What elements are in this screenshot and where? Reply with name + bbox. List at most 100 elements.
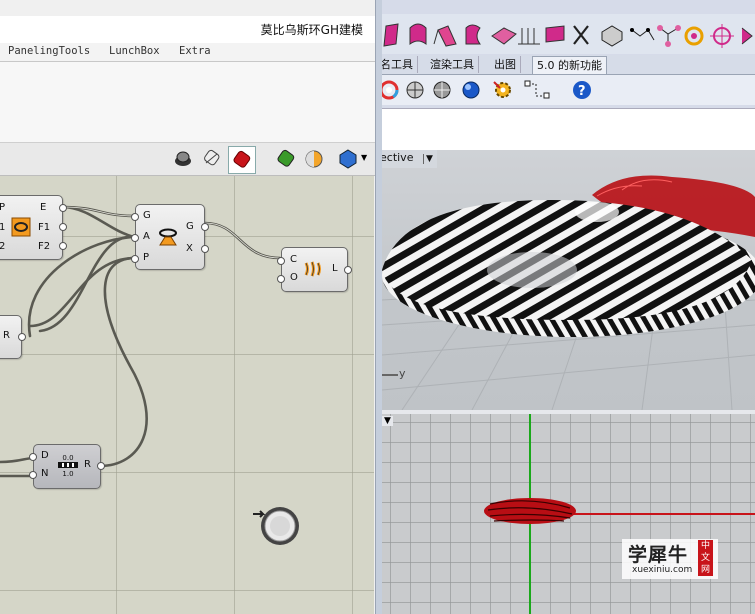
divide-component[interactable]: D N 0.0 1.0 R [29,444,105,489]
rendered-viewport-icon[interactable] [462,81,480,99]
input-d: D [41,450,49,461]
top-viewport[interactable]: ▼ [382,414,755,614]
output-e: E [40,202,47,213]
input-n: N [41,468,49,479]
output-f2: F2 [38,241,51,252]
wireframe-viewport-icon[interactable] [406,81,424,99]
svg-text:?: ? [578,84,586,99]
input-grip[interactable] [277,257,285,265]
tab-lunchbox[interactable]: LunchBox [109,45,160,57]
analyze-icon[interactable] [741,27,753,45]
trim-icon[interactable] [573,25,589,45]
chevron-down-icon[interactable]: ▼ [422,154,433,164]
tab-tools[interactable]: 名工具 [382,56,418,73]
input-a: A [143,231,150,242]
watermark-url: xuexiniu.com [632,565,693,575]
preview-wireframe-icon[interactable] [201,148,223,170]
output-grip[interactable] [344,266,352,274]
surface-component[interactable]: G A P G X [131,204,209,270]
input-2: 2 [0,241,6,252]
tab-new-in-v5[interactable]: 5.0 的新功能 [532,56,607,74]
tab-extra[interactable]: Extra [179,45,211,57]
solid-box-icon[interactable] [601,25,623,47]
output-grip[interactable] [201,245,209,253]
output-r: R [84,459,91,470]
output-grip[interactable] [59,204,67,212]
output-g: G [186,221,194,232]
gumball-icon[interactable] [710,24,734,48]
title-bar: 莫比乌斯环GH建模 [0,16,375,43]
output-grip[interactable] [201,223,209,231]
red-mobius-top-view [484,498,576,524]
input-p: P [143,252,150,263]
input-p: P [0,202,6,213]
canvas-toolbar: ▼ [0,143,375,176]
component-tabs: PanelingTools LunchBox Extra [0,43,375,62]
blend-surface-icon[interactable] [409,23,427,45]
color-wheel-icon[interactable] [382,80,399,100]
gh-canvas[interactable]: P 1 2 E F1 F2 R G A P G X C O L D N 0.0 … [0,176,374,614]
perspective-scene [382,175,755,410]
canvas-navigator-icon[interactable] [249,506,303,552]
r-component[interactable]: R [0,315,26,359]
range-icon: 0.0 1.0 [56,454,80,478]
input-grip[interactable] [277,275,285,283]
input-grip[interactable] [131,255,139,263]
extrude-icon[interactable] [545,25,565,43]
render-toolbar-icons: ? [382,80,591,100]
tab-render-tools[interactable]: 渲染工具 [426,56,479,73]
command-area[interactable] [382,108,755,151]
input-g: G [143,210,151,221]
loft-component[interactable]: C O L [277,247,352,292]
window-title: 莫比乌斯环GH建模 [260,23,363,37]
tab-drafting[interactable]: 出图 [490,56,521,73]
output-grip[interactable] [97,462,105,470]
edit-points-icon[interactable] [657,25,681,47]
mobius-icon [11,217,31,237]
shaded-viewport-icon[interactable] [433,81,451,99]
control-points-icon[interactable] [630,28,655,41]
preview-shaded-icon [233,150,251,168]
rhino-standard-toolbar: ? [382,75,755,105]
perspective-viewport[interactable]: ective ▼ y [382,150,755,410]
input-c: C [290,254,297,265]
output-grip[interactable] [59,223,67,231]
surface-tools-icon[interactable] [383,23,399,47]
input-grip[interactable] [131,213,139,221]
rhino-toolbar-tabs: 名工具 渲染工具 出图 5.0 的新功能 [382,55,755,75]
preview-shaded-toggle[interactable] [228,146,256,174]
chevron-down-icon[interactable]: ▼ [361,153,367,162]
mobius-component[interactable]: P 1 2 E F1 F2 [0,195,67,260]
custom-preview-icon[interactable] [303,148,325,170]
tab-paneling-tools[interactable]: PanelingTools [8,45,90,57]
loft-tool-icon[interactable] [465,24,481,45]
viewport-name: ective [382,151,414,164]
chevron-down-icon[interactable]: ▼ [382,416,393,426]
watermark-badge: 中 文 网 [698,540,713,576]
sweep-icon[interactable] [433,25,457,47]
rail-revolve-icon[interactable] [518,28,540,45]
component-ribbon [0,62,375,143]
input-1: 1 [0,222,6,233]
input-grip[interactable] [29,453,37,461]
output-r: R [3,330,10,341]
display-mode-icon[interactable] [337,148,359,170]
rhino-window: 名工具 渲染工具 出图 5.0 的新功能 ? ective ▼ y ▼ 学犀牛 … [382,0,755,614]
preview-off-icon[interactable] [172,148,194,170]
watermark-title: 学犀牛 [628,544,689,566]
preview-selected-icon[interactable] [275,148,297,170]
dimension-icon[interactable] [524,80,550,99]
rotate-icon[interactable] [684,26,704,46]
grasshopper-window: 莫比乌斯环GH建模 PanelingTools LunchBox Extra ▼ [0,0,375,614]
output-grip[interactable] [59,242,67,250]
input-o: O [290,272,298,283]
input-grip[interactable] [29,471,37,479]
render-settings-icon[interactable] [493,81,511,98]
output-grip[interactable] [18,333,26,341]
surface-icon [159,228,177,246]
help-icon[interactable]: ? [573,81,591,99]
viewport-title[interactable]: ective ▼ [382,150,437,168]
patch-icon[interactable] [491,27,517,45]
output-f1: F1 [38,222,51,233]
input-grip[interactable] [131,234,139,242]
